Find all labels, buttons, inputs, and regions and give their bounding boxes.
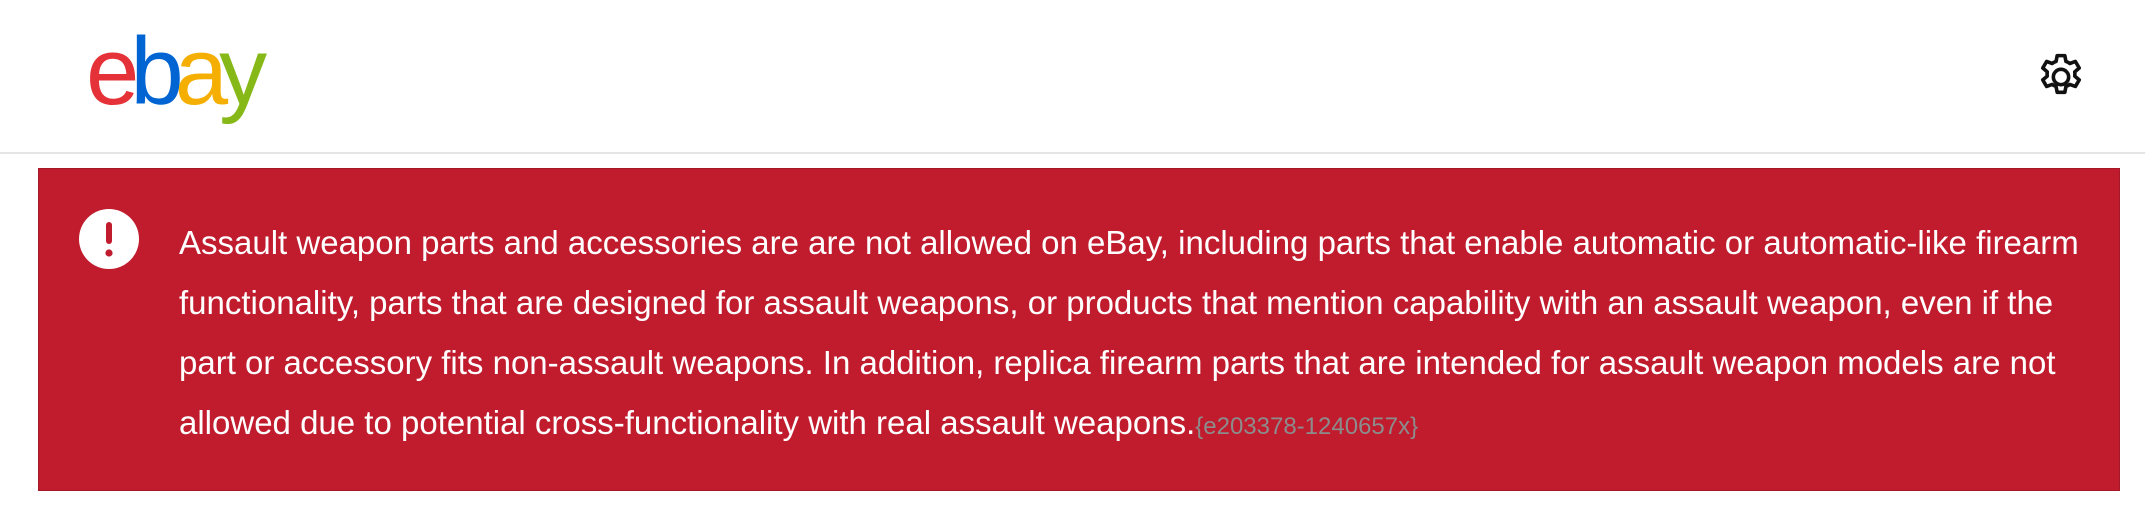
policy-alert-banner: Assault weapon parts and accessories are… [38,168,2120,491]
settings-button[interactable] [2034,50,2088,104]
ebay-logo[interactable]: e b a y [86,18,267,125]
logo-letter-b: b [130,18,183,125]
alert-message-container: Assault weapon parts and accessories are… [179,213,2099,457]
site-header: e b a y [0,0,2145,154]
logo-letter-e: e [86,18,139,125]
logo-letter-a: a [174,18,228,125]
logo-letter-y: y [219,18,267,125]
alert-message: Assault weapon parts and accessories are… [179,224,2079,441]
gear-icon [2040,53,2082,95]
alert-error-code: {e203378-1240657x} [1195,413,1419,440]
exclamation-circle-icon [79,209,139,269]
